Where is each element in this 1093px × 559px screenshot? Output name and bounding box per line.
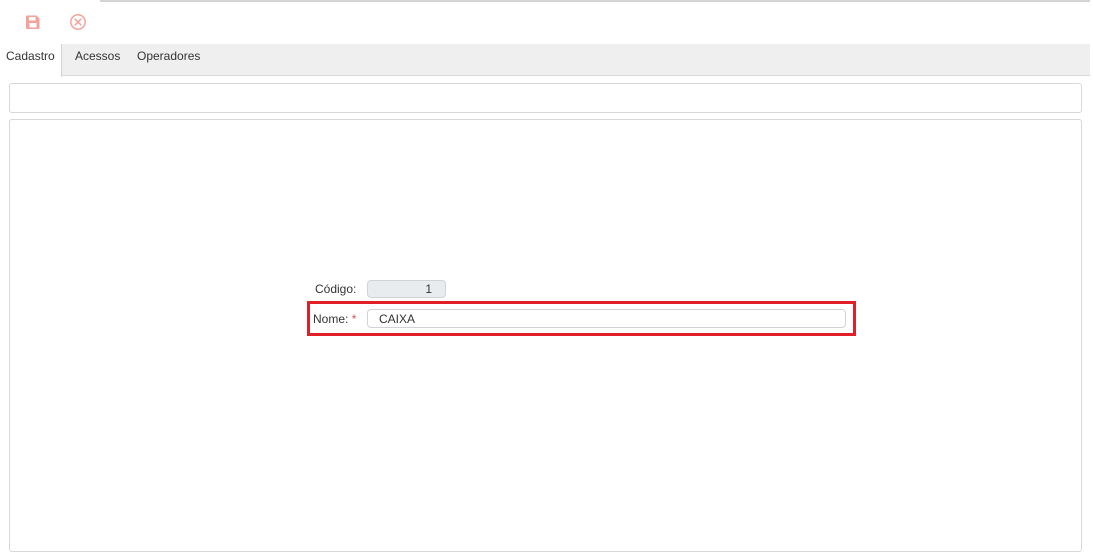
- codigo-field: 1: [367, 280, 446, 298]
- save-icon: [26, 15, 40, 29]
- codigo-label: Código:: [315, 282, 357, 296]
- close-circle-icon: [70, 14, 86, 30]
- save-button[interactable]: [21, 10, 45, 34]
- toolbar: [0, 6, 200, 38]
- header-panel: [9, 83, 1082, 113]
- required-marker: *: [351, 312, 357, 326]
- top-divider: [100, 0, 1090, 2]
- tab-bar: Cadastro Acessos Operadores: [0, 44, 1090, 77]
- cancel-button[interactable]: [66, 10, 90, 34]
- nome-input[interactable]: [367, 309, 846, 328]
- tab-operadores[interactable]: Operadores: [131, 44, 206, 76]
- nome-label: Nome: *: [313, 312, 356, 326]
- nome-label-text: Nome:: [313, 312, 349, 326]
- tab-cadastro[interactable]: Cadastro: [0, 44, 62, 77]
- tab-acessos[interactable]: Acessos: [69, 44, 126, 76]
